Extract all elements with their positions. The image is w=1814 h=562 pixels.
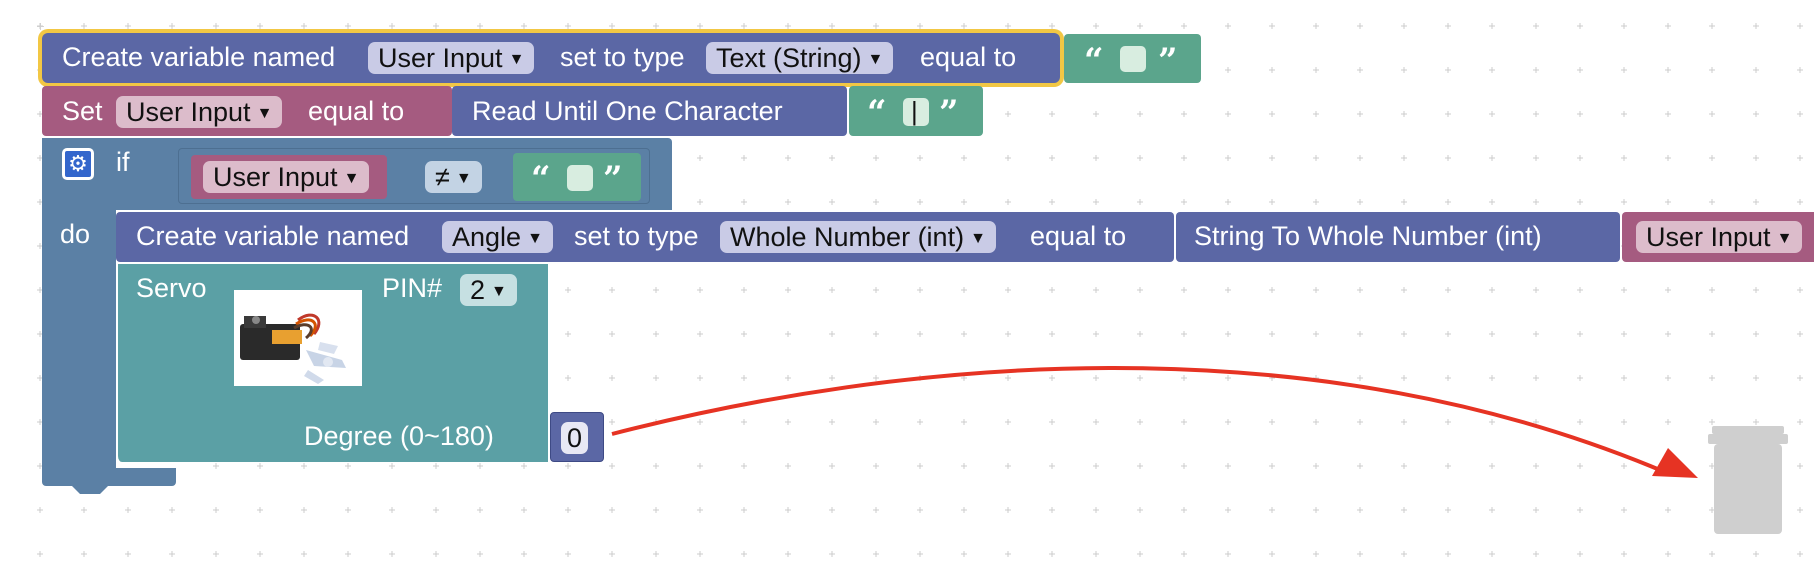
getter-variable-value: User Input bbox=[213, 162, 338, 192]
label-if: if bbox=[116, 147, 130, 177]
label-string-to-int: String To Whole Number (int) bbox=[1194, 221, 1542, 251]
angle-variable-value: Angle bbox=[452, 222, 522, 252]
chevron-down-icon: ▼ bbox=[527, 229, 543, 247]
label-create-variable: Create variable named bbox=[136, 221, 410, 251]
degree-value: 0 bbox=[567, 423, 583, 453]
chevron-down-icon: ▼ bbox=[970, 229, 986, 247]
chevron-down-icon: ▼ bbox=[455, 169, 472, 187]
label-create-variable: Create variable named bbox=[62, 42, 336, 72]
label-equal-to: equal to bbox=[1030, 221, 1127, 251]
getter-variable-dropdown[interactable]: User Input ▼ bbox=[203, 161, 370, 193]
operator-value: ≠ bbox=[435, 162, 450, 192]
servo-block-footer bbox=[116, 462, 176, 468]
label-read-until: Read Until One Character bbox=[472, 96, 783, 126]
character-value-field[interactable]: | bbox=[903, 96, 929, 126]
label-pin: PIN# bbox=[382, 273, 443, 303]
trash-icon[interactable] bbox=[1704, 422, 1792, 540]
arg-variable-dropdown[interactable]: User Input ▼ bbox=[1636, 221, 1803, 253]
number-block[interactable]: 0 bbox=[550, 412, 604, 462]
pin-value: 2 bbox=[470, 275, 486, 305]
empty-text-block-compare[interactable]: “ ” bbox=[513, 153, 641, 201]
label-degree: Degree (0~180) bbox=[304, 421, 494, 451]
chevron-down-icon: ▼ bbox=[1776, 229, 1793, 247]
angle-type-value: Whole Number (int) bbox=[730, 222, 965, 252]
label-set-to-type: set to type bbox=[560, 42, 685, 72]
servo-image bbox=[234, 290, 362, 386]
text-value-field[interactable] bbox=[1120, 46, 1146, 72]
variable-name-dropdown[interactable]: User Input ▼ bbox=[368, 42, 535, 74]
user-input-getter-block[interactable]: User Input ▼ bbox=[1622, 212, 1814, 262]
close-quote-icon: ” bbox=[603, 159, 623, 199]
type-value: Text (String) bbox=[716, 43, 862, 73]
character-value: | bbox=[911, 96, 918, 126]
label-equal-to: equal to bbox=[920, 42, 1017, 72]
set-variable-value: User Input bbox=[126, 97, 251, 127]
chevron-down-icon: ▼ bbox=[491, 282, 507, 300]
variable-name-value: User Input bbox=[378, 43, 503, 73]
label-servo: Servo bbox=[136, 273, 207, 303]
open-quote-icon: “ bbox=[531, 159, 551, 199]
label-equal-to: equal to bbox=[308, 96, 405, 126]
degree-value-field[interactable]: 0 bbox=[561, 422, 589, 454]
servo-motor-icon bbox=[240, 313, 346, 384]
character-text-block[interactable]: “ | ” bbox=[849, 86, 983, 136]
if-block-spine bbox=[42, 138, 116, 478]
read-until-character-block[interactable]: Read Until One Character bbox=[452, 86, 847, 136]
servo-block[interactable]: Servo PIN# 2 ▼ Degree (0~180) bbox=[116, 264, 548, 462]
set-user-input-block[interactable]: Set User Input ▼ equal to bbox=[42, 86, 452, 136]
chevron-down-icon: ▼ bbox=[343, 169, 360, 187]
label-do: do bbox=[60, 219, 91, 249]
variable-getter-block[interactable]: User Input ▼ bbox=[191, 155, 387, 199]
angle-type-dropdown[interactable]: Whole Number (int) ▼ bbox=[720, 221, 996, 253]
if-block-bottom-notch bbox=[70, 484, 110, 494]
label-set-to-type: set to type bbox=[574, 221, 699, 251]
compare-block[interactable]: User Input ▼ ≠ ▼ “ ” bbox=[178, 148, 650, 204]
close-quote-icon: ” bbox=[939, 93, 959, 133]
arg-variable-value: User Input bbox=[1646, 222, 1771, 252]
open-quote-icon: “ bbox=[867, 93, 887, 133]
compare-text-field[interactable] bbox=[567, 165, 593, 191]
pin-dropdown[interactable]: 2 ▼ bbox=[460, 274, 517, 306]
label-set: Set bbox=[62, 96, 103, 126]
blockly-workspace[interactable]: Create variable named User Input ▼ set to… bbox=[0, 0, 1814, 562]
chevron-down-icon: ▼ bbox=[256, 104, 273, 122]
chevron-down-icon: ▼ bbox=[867, 50, 884, 68]
chevron-down-icon: ▼ bbox=[508, 50, 525, 68]
set-variable-dropdown[interactable]: User Input ▼ bbox=[116, 96, 283, 128]
string-to-int-block[interactable]: String To Whole Number (int) bbox=[1176, 212, 1620, 262]
gear-icon[interactable]: ⚙ bbox=[62, 148, 94, 180]
create-variable-user-input-block[interactable]: Create variable named User Input ▼ set to… bbox=[42, 33, 1060, 83]
close-quote-icon: ” bbox=[1158, 41, 1178, 81]
angle-variable-dropdown[interactable]: Angle ▼ bbox=[442, 221, 553, 253]
create-variable-angle-block[interactable]: Create variable named Angle ▼ set to type… bbox=[116, 212, 1174, 262]
open-quote-icon: “ bbox=[1084, 41, 1104, 81]
type-dropdown[interactable]: Text (String) ▼ bbox=[706, 42, 894, 74]
operator-dropdown[interactable]: ≠ ▼ bbox=[425, 161, 482, 193]
drag-arrow bbox=[611, 366, 1698, 478]
empty-text-block[interactable]: “ ” bbox=[1064, 34, 1201, 83]
